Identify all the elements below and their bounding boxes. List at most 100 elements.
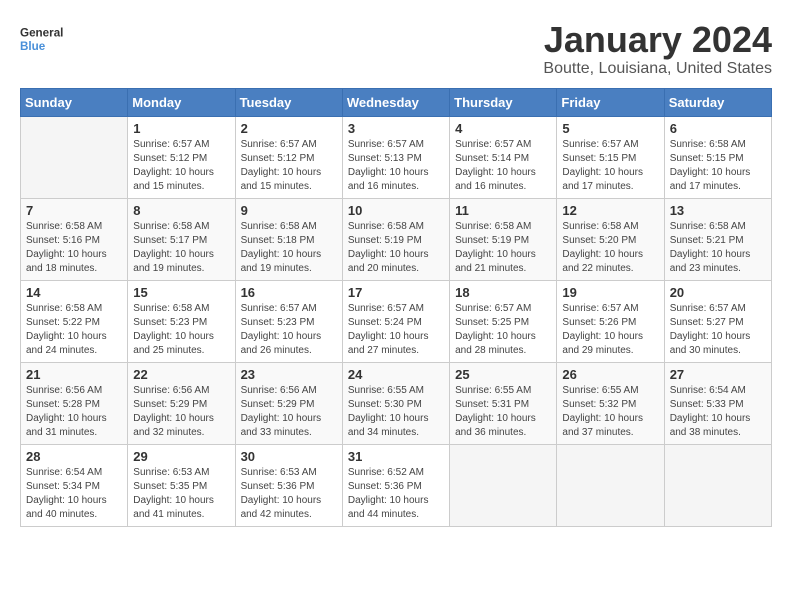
calendar-cell: 31 Sunrise: 6:52 AMSunset: 5:36 PMDayligh… (342, 444, 449, 526)
day-info: Sunrise: 6:53 AMSunset: 5:35 PMDaylight:… (133, 466, 229, 522)
calendar-cell: 13 Sunrise: 6:58 AMSunset: 5:21 PMDayligh… (664, 198, 771, 280)
calendar-cell: 28 Sunrise: 6:54 AMSunset: 5:34 PMDayligh… (21, 444, 128, 526)
day-number: 30 (241, 449, 337, 464)
day-info: Sunrise: 6:58 AMSunset: 5:20 PMDaylight:… (562, 220, 658, 276)
calendar-cell: 21 Sunrise: 6:56 AMSunset: 5:28 PMDayligh… (21, 362, 128, 444)
day-number: 12 (562, 203, 658, 218)
calendar-cell: 11 Sunrise: 6:58 AMSunset: 5:19 PMDayligh… (450, 198, 557, 280)
calendar-cell: 17 Sunrise: 6:57 AMSunset: 5:24 PMDayligh… (342, 280, 449, 362)
header-saturday: Saturday (664, 88, 771, 116)
calendar-table: SundayMondayTuesdayWednesdayThursdayFrid… (20, 88, 772, 527)
calendar-cell: 19 Sunrise: 6:57 AMSunset: 5:26 PMDayligh… (557, 280, 664, 362)
week-row-2: 7 Sunrise: 6:58 AMSunset: 5:16 PMDaylight… (21, 198, 772, 280)
day-number: 13 (670, 203, 766, 218)
day-info: Sunrise: 6:57 AMSunset: 5:24 PMDaylight:… (348, 302, 444, 358)
calendar-cell: 23 Sunrise: 6:56 AMSunset: 5:29 PMDayligh… (235, 362, 342, 444)
day-number: 11 (455, 203, 551, 218)
calendar-cell: 20 Sunrise: 6:57 AMSunset: 5:27 PMDayligh… (664, 280, 771, 362)
day-number: 3 (348, 121, 444, 136)
header-monday: Monday (128, 88, 235, 116)
day-info: Sunrise: 6:53 AMSunset: 5:36 PMDaylight:… (241, 466, 337, 522)
day-info: Sunrise: 6:55 AMSunset: 5:32 PMDaylight:… (562, 384, 658, 440)
calendar-cell: 14 Sunrise: 6:58 AMSunset: 5:22 PMDayligh… (21, 280, 128, 362)
day-number: 18 (455, 285, 551, 300)
day-info: Sunrise: 6:56 AMSunset: 5:29 PMDaylight:… (241, 384, 337, 440)
day-info: Sunrise: 6:58 AMSunset: 5:19 PMDaylight:… (455, 220, 551, 276)
header-friday: Friday (557, 88, 664, 116)
calendar-cell (21, 116, 128, 198)
day-number: 4 (455, 121, 551, 136)
day-number: 26 (562, 367, 658, 382)
calendar-cell: 16Sunrise: 6:57 AMSunset: 5:23 PMDayligh… (235, 280, 342, 362)
calendar-cell: 27Sunrise: 6:54 AMSunset: 5:33 PMDayligh… (664, 362, 771, 444)
day-info: Sunrise: 6:57 AMSunset: 5:26 PMDaylight:… (562, 302, 658, 358)
calendar-cell: 10Sunrise: 6:58 AMSunset: 5:19 PMDayligh… (342, 198, 449, 280)
week-row-5: 28 Sunrise: 6:54 AMSunset: 5:34 PMDayligh… (21, 444, 772, 526)
calendar-cell: 9 Sunrise: 6:58 AMSunset: 5:18 PMDaylight… (235, 198, 342, 280)
day-number: 28 (26, 449, 122, 464)
day-info: Sunrise: 6:58 AMSunset: 5:23 PMDaylight:… (133, 302, 229, 358)
logo-svg: General Blue (20, 20, 70, 60)
day-number: 21 (26, 367, 122, 382)
calendar-cell: 7 Sunrise: 6:58 AMSunset: 5:16 PMDaylight… (21, 198, 128, 280)
svg-text:General: General (20, 27, 63, 40)
day-number: 7 (26, 203, 122, 218)
calendar-cell: 3Sunrise: 6:57 AMSunset: 5:13 PMDaylight… (342, 116, 449, 198)
day-number: 23 (241, 367, 337, 382)
logo: General Blue (20, 20, 70, 60)
calendar-cell: 29 Sunrise: 6:53 AMSunset: 5:35 PMDayligh… (128, 444, 235, 526)
day-info: Sunrise: 6:57 AMSunset: 5:25 PMDaylight:… (455, 302, 551, 358)
svg-text:Blue: Blue (20, 40, 46, 53)
day-number: 25 (455, 367, 551, 382)
calendar-cell: 6Sunrise: 6:58 AMSunset: 5:15 PMDaylight… (664, 116, 771, 198)
calendar-cell: 1Sunrise: 6:57 AMSunset: 5:12 PMDaylight… (128, 116, 235, 198)
day-info: Sunrise: 6:54 AMSunset: 5:34 PMDaylight:… (26, 466, 122, 522)
calendar-cell: 24Sunrise: 6:55 AMSunset: 5:30 PMDayligh… (342, 362, 449, 444)
week-row-3: 14 Sunrise: 6:58 AMSunset: 5:22 PMDayligh… (21, 280, 772, 362)
calendar-cell: 15 Sunrise: 6:58 AMSunset: 5:23 PMDayligh… (128, 280, 235, 362)
calendar-cell: 4 Sunrise: 6:57 AMSunset: 5:14 PMDaylight… (450, 116, 557, 198)
day-number: 16 (241, 285, 337, 300)
week-row-4: 21 Sunrise: 6:56 AMSunset: 5:28 PMDayligh… (21, 362, 772, 444)
calendar-cell (664, 444, 771, 526)
location-subtitle: Boutte, Louisiana, United States (543, 60, 772, 78)
day-info: Sunrise: 6:56 AMSunset: 5:28 PMDaylight:… (26, 384, 122, 440)
day-number: 14 (26, 285, 122, 300)
calendar-cell: 8 Sunrise: 6:58 AMSunset: 5:17 PMDaylight… (128, 198, 235, 280)
day-number: 29 (133, 449, 229, 464)
day-info: Sunrise: 6:52 AMSunset: 5:36 PMDaylight:… (348, 466, 444, 522)
header-row: SundayMondayTuesdayWednesdayThursdayFrid… (21, 88, 772, 116)
day-number: 10 (348, 203, 444, 218)
day-info: Sunrise: 6:58 AMSunset: 5:16 PMDaylight:… (26, 220, 122, 276)
calendar-cell: 18 Sunrise: 6:57 AMSunset: 5:25 PMDayligh… (450, 280, 557, 362)
day-info: Sunrise: 6:58 AMSunset: 5:21 PMDaylight:… (670, 220, 766, 276)
day-number: 19 (562, 285, 658, 300)
calendar-cell (557, 444, 664, 526)
day-number: 31 (348, 449, 444, 464)
day-number: 9 (241, 203, 337, 218)
day-info: Sunrise: 6:57 AMSunset: 5:12 PMDaylight:… (241, 138, 337, 194)
page-header: General Blue January 2024 Boutte, Louisi… (20, 20, 772, 78)
day-info: Sunrise: 6:58 AMSunset: 5:22 PMDaylight:… (26, 302, 122, 358)
day-number: 15 (133, 285, 229, 300)
day-info: Sunrise: 6:58 AMSunset: 5:17 PMDaylight:… (133, 220, 229, 276)
calendar-cell: 25 Sunrise: 6:55 AMSunset: 5:31 PMDayligh… (450, 362, 557, 444)
day-number: 6 (670, 121, 766, 136)
calendar-cell: 5Sunrise: 6:57 AMSunset: 5:15 PMDaylight… (557, 116, 664, 198)
day-number: 20 (670, 285, 766, 300)
day-info: Sunrise: 6:54 AMSunset: 5:33 PMDaylight:… (670, 384, 766, 440)
day-number: 17 (348, 285, 444, 300)
header-thursday: Thursday (450, 88, 557, 116)
calendar-cell (450, 444, 557, 526)
day-info: Sunrise: 6:57 AMSunset: 5:14 PMDaylight:… (455, 138, 551, 194)
day-info: Sunrise: 6:55 AMSunset: 5:31 PMDaylight:… (455, 384, 551, 440)
day-info: Sunrise: 6:57 AMSunset: 5:27 PMDaylight:… (670, 302, 766, 358)
day-info: Sunrise: 6:57 AMSunset: 5:12 PMDaylight:… (133, 138, 229, 194)
day-info: Sunrise: 6:58 AMSunset: 5:18 PMDaylight:… (241, 220, 337, 276)
calendar-cell: 2 Sunrise: 6:57 AMSunset: 5:12 PMDaylight… (235, 116, 342, 198)
day-number: 2 (241, 121, 337, 136)
day-number: 22 (133, 367, 229, 382)
calendar-cell: 30 Sunrise: 6:53 AMSunset: 5:36 PMDayligh… (235, 444, 342, 526)
header-wednesday: Wednesday (342, 88, 449, 116)
day-number: 8 (133, 203, 229, 218)
